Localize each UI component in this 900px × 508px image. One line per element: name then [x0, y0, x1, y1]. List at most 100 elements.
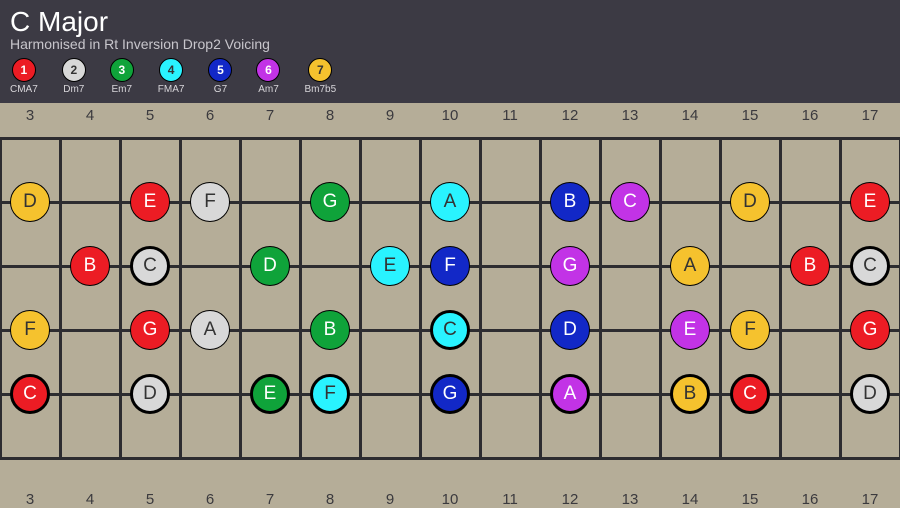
note-E: E — [370, 246, 410, 286]
note-F: F — [430, 246, 470, 286]
note-D: D — [730, 182, 770, 222]
note-G: G — [850, 310, 890, 350]
legend-item-CMA7: 1 CMA7 — [10, 58, 38, 95]
note-B: B — [310, 310, 350, 350]
legend-item-Dm7: 2Dm7 — [62, 58, 86, 95]
note-D: D — [10, 182, 50, 222]
legend-item-Em7: 3Em7 — [110, 58, 134, 95]
legend-item-G7: 5G7 — [208, 58, 232, 95]
legend-item-Am7: 6Am7 — [256, 58, 280, 95]
legend-label: Am7 — [258, 84, 279, 95]
fret-line — [239, 138, 242, 458]
fret-number: 13 — [622, 107, 639, 124]
note-D: D — [550, 310, 590, 350]
note-A: A — [670, 246, 710, 286]
fret-number: 5 — [146, 107, 154, 124]
note-D: D — [250, 246, 290, 286]
note-E: E — [670, 310, 710, 350]
legend-circle: 7 — [308, 58, 332, 82]
note-F: F — [190, 182, 230, 222]
fret-number: 8 — [326, 491, 334, 508]
fret-number: 6 — [206, 491, 214, 508]
fret-number: 14 — [682, 107, 699, 124]
fret-number: 9 — [386, 107, 394, 124]
fret-number: 4 — [86, 107, 94, 124]
fret-number: 3 — [26, 491, 34, 508]
fret-number: 6 — [206, 107, 214, 124]
fret-number: 11 — [502, 491, 518, 508]
note-C: C — [10, 374, 50, 414]
fret-number: 11 — [502, 107, 518, 124]
fret-number: 9 — [386, 491, 394, 508]
fret-line — [839, 138, 842, 458]
fret-number: 17 — [862, 491, 879, 508]
fret-line — [59, 138, 62, 458]
legend-circle: 5 — [208, 58, 232, 82]
fretboard-diagram: 34567891011121314151617 3456789101112131… — [0, 103, 900, 497]
note-C: C — [610, 182, 650, 222]
note-E: E — [250, 374, 290, 414]
legend-label: CMA7 — [10, 84, 38, 95]
legend-label: Em7 — [112, 84, 133, 95]
fret-number: 3 — [26, 107, 34, 124]
fret-line — [479, 138, 482, 458]
note-B: B — [70, 246, 110, 286]
legend-label: Bm7b5 — [304, 84, 336, 95]
note-F: F — [730, 310, 770, 350]
note-G: G — [550, 246, 590, 286]
note-B: B — [550, 182, 590, 222]
note-C: C — [430, 310, 470, 350]
legend-circle: 6 — [256, 58, 280, 82]
note-G: G — [130, 310, 170, 350]
fret-line — [539, 138, 542, 458]
header: C Major Harmonised in Rt Inversion Drop2… — [0, 0, 900, 103]
fret-line — [419, 138, 422, 458]
note-B: B — [790, 246, 830, 286]
fret-number: 10 — [442, 491, 459, 508]
note-E: E — [850, 182, 890, 222]
fret-line — [119, 138, 122, 458]
note-B: B — [670, 374, 710, 414]
fret-number: 4 — [86, 491, 94, 508]
note-D: D — [850, 374, 890, 414]
note-D: D — [130, 374, 170, 414]
note-C: C — [730, 374, 770, 414]
note-G: G — [310, 182, 350, 222]
fret-number: 10 — [442, 107, 459, 124]
fret-number: 17 — [862, 107, 879, 124]
fret-line — [599, 138, 602, 458]
legend-circle: 3 — [110, 58, 134, 82]
note-A: A — [190, 310, 230, 350]
fret-number: 7 — [266, 107, 274, 124]
fret-number: 15 — [742, 107, 759, 124]
fret-number: 12 — [562, 491, 579, 508]
subtitle: Harmonised in Rt Inversion Drop2 Voicing — [10, 36, 890, 52]
fret-line — [719, 138, 722, 458]
fret-line — [179, 138, 182, 458]
scale-title: C Major — [10, 6, 890, 38]
note-C: C — [850, 246, 890, 286]
note-C: C — [130, 246, 170, 286]
legend-item-FMA7: 4 FMA7 — [158, 58, 185, 95]
fret-number: 13 — [622, 491, 639, 508]
note-F: F — [10, 310, 50, 350]
string-line — [0, 457, 900, 460]
note-A: A — [430, 182, 470, 222]
legend: 1CMA72Dm73Em74FMA75G76Am77Bm7b5 — [10, 58, 890, 95]
legend-item-Bm7b5: 7 Bm7b5 — [304, 58, 336, 95]
legend-circle: 1 — [12, 58, 36, 82]
fret-line — [659, 138, 662, 458]
fret-number: 8 — [326, 107, 334, 124]
legend-label: FMA7 — [158, 84, 185, 95]
string-line — [0, 137, 900, 140]
legend-label: G7 — [214, 84, 227, 95]
fret-number: 16 — [802, 491, 819, 508]
legend-circle: 2 — [62, 58, 86, 82]
legend-label: Dm7 — [63, 84, 84, 95]
fret-line — [779, 138, 782, 458]
legend-circle: 4 — [159, 58, 183, 82]
fret-number: 7 — [266, 491, 274, 508]
note-G: G — [430, 374, 470, 414]
fret-line — [359, 138, 362, 458]
fret-number: 14 — [682, 491, 699, 508]
